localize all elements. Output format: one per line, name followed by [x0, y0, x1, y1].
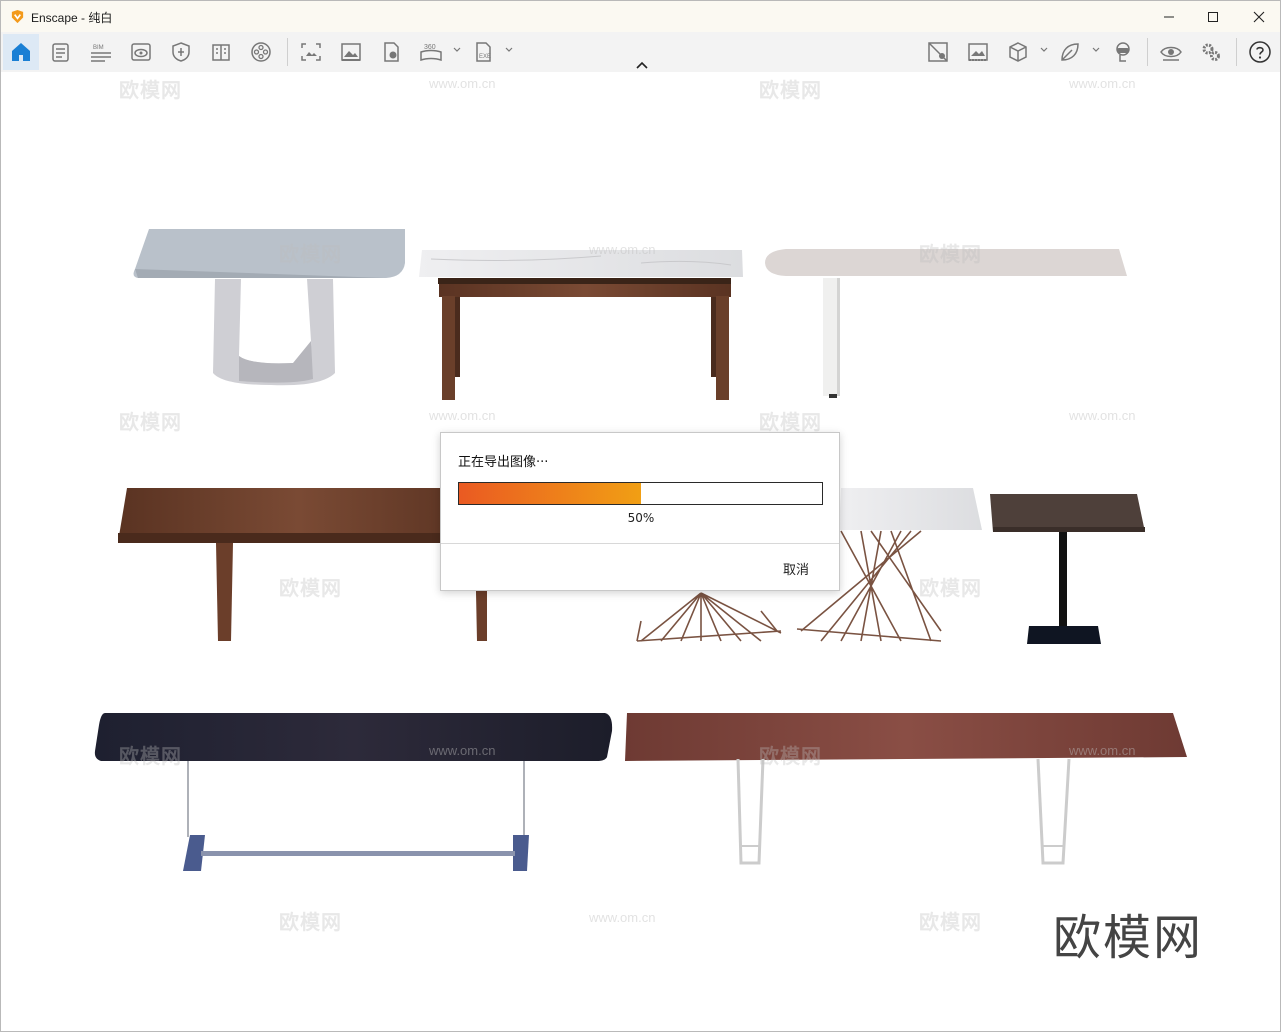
- collapse-toolbar-icon[interactable]: [635, 60, 649, 70]
- window-title: Enscape - 纯白: [31, 11, 113, 25]
- watermark-brand: 欧模网: [919, 242, 982, 266]
- watermark-brand: 欧模网: [119, 410, 182, 434]
- view-icon: [131, 43, 151, 61]
- document-button[interactable]: [43, 34, 79, 70]
- image-button[interactable]: [333, 34, 369, 70]
- watermark-url: www.om.cn: [1069, 408, 1136, 423]
- table-walnut-long: [118, 488, 487, 641]
- dialog-title: 正在导出图像···: [458, 455, 549, 470]
- watermark-brand: 欧模网: [919, 576, 982, 600]
- table-marble-carved: [419, 250, 743, 400]
- map-icon: [928, 42, 948, 62]
- table-red-wood: [625, 713, 1187, 865]
- toolbar-separator: [287, 38, 288, 66]
- watermark-url: www.om.cn: [1069, 76, 1136, 91]
- exe-export-button[interactable]: EXE: [465, 34, 501, 70]
- bim-icon: BIM: [91, 45, 111, 62]
- watermark-brand: 欧模网: [119, 78, 182, 102]
- table-bistro: [990, 494, 1145, 644]
- watermark-brand: 欧模网: [919, 910, 982, 934]
- view-button[interactable]: [123, 34, 159, 70]
- brand-logo: 欧模网: [1053, 910, 1204, 966]
- watermark-url: www.om.cn: [429, 408, 496, 423]
- minimize-button[interactable]: [1146, 1, 1192, 32]
- help-button[interactable]: [1242, 34, 1278, 70]
- watermark-url: www.om.cn: [589, 242, 656, 257]
- close-icon: [1253, 11, 1265, 22]
- chevron-down-icon[interactable]: [1091, 45, 1101, 55]
- vr-headset-button[interactable]: [1105, 34, 1141, 70]
- watermark-url: www.om.cn: [1069, 743, 1136, 758]
- book-button[interactable]: [203, 34, 239, 70]
- screenshot-button[interactable]: [293, 34, 329, 70]
- screenshot-icon: [301, 43, 321, 61]
- exe-export-icon: EXE: [476, 42, 491, 62]
- settings-button[interactable]: [1193, 34, 1229, 70]
- progress-fill: [459, 483, 641, 504]
- image-settings-button[interactable]: [960, 34, 996, 70]
- panorama-360-icon: 360: [420, 44, 442, 62]
- film-reel-icon: [251, 42, 271, 62]
- eye-icon: [1160, 46, 1182, 61]
- watermark-brand: 欧模网: [119, 744, 182, 768]
- vr-headset-icon: [1116, 42, 1130, 62]
- table-dark-wood: [94, 713, 613, 871]
- shield-icon: [172, 42, 190, 62]
- export-progress-dialog: 正在导出图像··· 50% 取消: [440, 432, 840, 591]
- map-button[interactable]: [920, 34, 956, 70]
- chevron-down-icon[interactable]: [504, 45, 514, 55]
- eye-button[interactable]: [1153, 34, 1189, 70]
- chevron-down-icon[interactable]: [1039, 45, 1049, 55]
- cube-button[interactable]: [1000, 34, 1036, 70]
- watermark-brand: 欧模网: [759, 744, 822, 768]
- bim-label: BIM: [93, 45, 104, 51]
- leaf-button[interactable]: [1052, 34, 1088, 70]
- toolbar-separator: [1147, 38, 1148, 66]
- progress-percentage: 50%: [627, 511, 655, 525]
- render-button[interactable]: [373, 34, 409, 70]
- enscape-logo-icon: [11, 9, 24, 24]
- dialog-divider: [441, 543, 839, 544]
- cube-icon: [1009, 42, 1027, 62]
- watermark-url: www.om.cn: [589, 910, 656, 925]
- title-bar: Enscape - 纯白: [1, 1, 1280, 32]
- table-light-rounded: [765, 249, 1127, 398]
- export-progress-bar: [458, 482, 823, 505]
- document-icon: [52, 43, 69, 62]
- image-icon: [341, 43, 361, 61]
- home-button[interactable]: [3, 34, 39, 70]
- cancel-button[interactable]: 取消: [783, 559, 809, 578]
- panorama-button[interactable]: 360: [413, 34, 449, 70]
- watermark-brand: 欧模网: [279, 242, 342, 266]
- toolbar-separator: [1236, 38, 1237, 66]
- watermark-brand: 欧模网: [279, 576, 342, 600]
- chevron-down-icon[interactable]: [452, 45, 462, 55]
- render-icon: [384, 42, 399, 62]
- watermark-url: www.om.cn: [429, 76, 496, 91]
- maximize-button[interactable]: [1190, 1, 1236, 32]
- enscape-window: Enscape - 纯白 BIM 360 EXE 欧模网 www.om.cn 欧…: [0, 0, 1281, 1032]
- settings-icon: [1202, 43, 1220, 61]
- watermark-brand: 欧模网: [279, 910, 342, 934]
- home-icon: [12, 43, 30, 61]
- table-blue-grey: [133, 229, 405, 386]
- watermark-brand: 欧模网: [759, 78, 822, 102]
- maximize-icon: [1208, 11, 1218, 22]
- exe-label: EXE: [479, 54, 491, 60]
- help-icon: [1249, 41, 1271, 63]
- book-icon: [212, 44, 230, 61]
- leaf-icon: [1061, 43, 1079, 61]
- bim-button[interactable]: BIM: [83, 34, 119, 70]
- close-button[interactable]: [1236, 1, 1280, 32]
- minimize-icon: [1164, 16, 1174, 17]
- film-reel-button[interactable]: [243, 34, 279, 70]
- image-settings-icon: [968, 43, 988, 61]
- shield-button[interactable]: [163, 34, 199, 70]
- watermark-url: www.om.cn: [429, 743, 496, 758]
- watermark-brand: 欧模网: [759, 410, 822, 434]
